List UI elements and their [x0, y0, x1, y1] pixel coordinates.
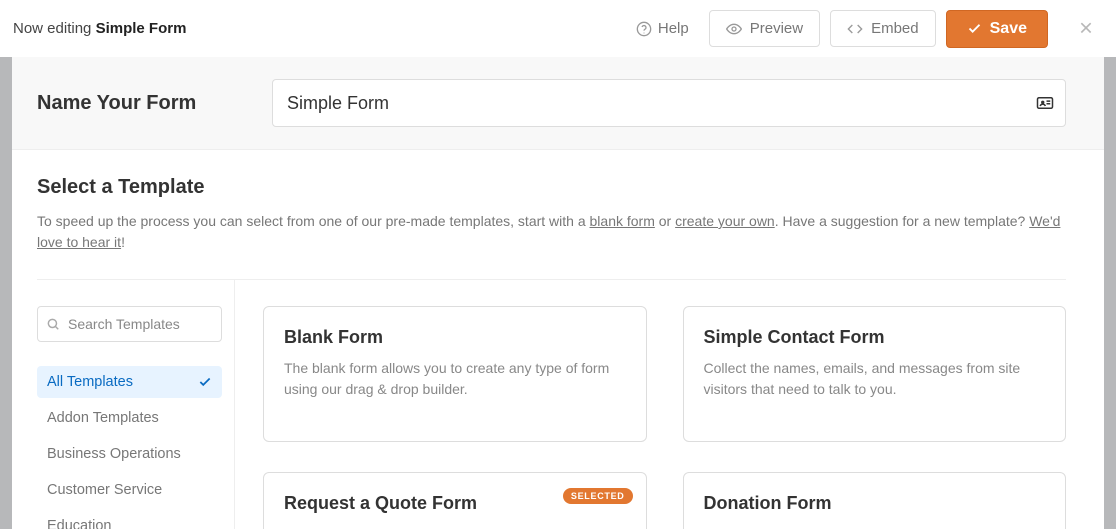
category-sidebar: All Templates Addon Templates Business O… [37, 280, 235, 529]
template-section-subtitle: To speed up the process you can select f… [37, 211, 1066, 280]
blank-form-link[interactable]: blank form [590, 213, 655, 229]
embed-label: Embed [871, 20, 919, 37]
name-form-row: Name Your Form [12, 57, 1104, 150]
template-card-blank-form[interactable]: Blank Form The blank form allows you to … [263, 306, 647, 442]
category-label: Customer Service [47, 482, 162, 498]
card-desc: Let people request a quote from your bus… [284, 524, 626, 529]
embed-button[interactable]: Embed [830, 10, 936, 47]
card-desc: Collect the names, emails, and messages … [704, 358, 1046, 400]
category-business-operations[interactable]: Business Operations [37, 438, 222, 470]
create-your-own-link[interactable]: create your own [675, 213, 775, 229]
contact-card-icon [1036, 94, 1054, 112]
card-desc: The blank form allows you to create any … [284, 358, 626, 400]
help-icon [636, 21, 652, 37]
card-title: Donation Form [704, 493, 1046, 514]
now-editing-name: Simple Form [96, 20, 187, 37]
category-label: Business Operations [47, 446, 181, 462]
category-label: Addon Templates [47, 410, 159, 426]
name-input-wrap [272, 79, 1066, 127]
now-editing-prefix: Now editing [13, 20, 91, 37]
check-icon [198, 375, 212, 389]
selected-badge: SELECTED [563, 488, 633, 504]
template-cards: Blank Form The blank form allows you to … [235, 280, 1066, 529]
preview-button[interactable]: Preview [709, 10, 820, 47]
save-label: Save [990, 20, 1027, 38]
now-editing: Now editing Simple Form [13, 20, 186, 37]
template-section-title: Select a Template [37, 176, 1066, 199]
help-link[interactable]: Help [626, 12, 699, 45]
top-bar: Now editing Simple Form Help Preview Emb… [0, 0, 1116, 57]
search-icon [46, 317, 60, 331]
card-title: Simple Contact Form [704, 327, 1046, 348]
category-customer-service[interactable]: Customer Service [37, 474, 222, 506]
form-name-input[interactable] [272, 79, 1066, 127]
code-icon [847, 21, 863, 37]
search-input[interactable] [37, 306, 222, 342]
main-panel: Name Your Form Select a Template To spee… [12, 57, 1104, 529]
template-section: Select a Template To speed up the proces… [12, 150, 1104, 529]
template-card-request-quote[interactable]: SELECTED Request a Quote Form Let people… [263, 472, 647, 529]
category-addon-templates[interactable]: Addon Templates [37, 402, 222, 434]
category-label: All Templates [47, 374, 133, 390]
template-card-donation[interactable]: Donation Form Collect donations and cont… [683, 472, 1067, 529]
check-icon [967, 21, 982, 36]
category-all-templates[interactable]: All Templates [37, 366, 222, 398]
eye-icon [726, 21, 742, 37]
preview-label: Preview [750, 20, 803, 37]
help-label: Help [658, 20, 689, 37]
card-title: Blank Form [284, 327, 626, 348]
close-icon[interactable] [1076, 19, 1096, 39]
name-form-label: Name Your Form [37, 92, 242, 115]
category-label: Education [47, 518, 112, 529]
card-desc: Collect donations and contact informatio… [704, 524, 1046, 529]
save-button[interactable]: Save [946, 10, 1048, 48]
category-education[interactable]: Education [37, 510, 222, 529]
template-card-simple-contact[interactable]: Simple Contact Form Collect the names, e… [683, 306, 1067, 442]
